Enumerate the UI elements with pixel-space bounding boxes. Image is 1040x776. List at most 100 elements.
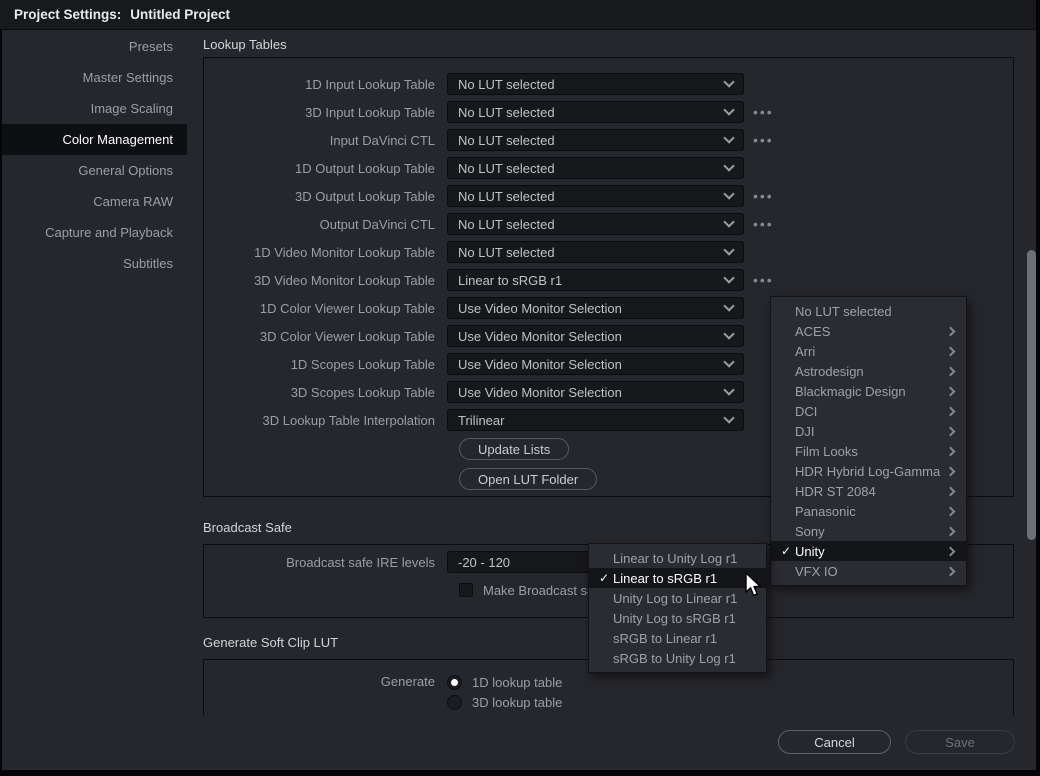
radio-button[interactable] — [447, 675, 462, 690]
lut-row: 3D Input Lookup Table No LUT selected ••… — [204, 98, 1013, 126]
settings-sidebar: Presets Master Settings Image Scaling Co… — [2, 31, 187, 279]
menu-item[interactable]: ✓ Arri — [771, 341, 966, 361]
lut-options-button[interactable]: ••• — [753, 105, 774, 119]
submenu-item[interactable]: ✓ Linear to sRGB r1 — [589, 568, 766, 588]
lut-options-button[interactable]: ••• — [753, 273, 774, 287]
menu-item-label: Blackmagic Design — [795, 384, 947, 399]
menu-item[interactable]: ✓ ACES — [771, 321, 966, 341]
unity-lut-submenu: ✓ Linear to Unity Log r1 ✓ Linear to sRG… — [588, 543, 767, 673]
lut-dropdown[interactable]: No LUT selected — [447, 73, 744, 95]
menu-item[interactable]: ✓ Panasonic — [771, 501, 966, 521]
lut-row-label: 1D Output Lookup Table — [204, 161, 447, 176]
menu-item[interactable]: ✓ Unity — [771, 541, 966, 561]
lut-dropdown[interactable]: No LUT selected — [447, 185, 744, 207]
sidebar-item[interactable]: General Options — [2, 155, 187, 186]
lut-category-menu: ✓ No LUT selected ✓ ACES ✓ Arri ✓ Astrod… — [770, 296, 967, 586]
sidebar-item[interactable]: Image Scaling — [2, 93, 187, 124]
submenu-item[interactable]: ✓ Linear to Unity Log r1 — [589, 548, 766, 568]
sidebar-item[interactable]: Master Settings — [2, 62, 187, 93]
menu-item[interactable]: ✓ Blackmagic Design — [771, 381, 966, 401]
menu-item[interactable]: ✓ Astrodesign — [771, 361, 966, 381]
lut-dropdown[interactable]: No LUT selected — [447, 101, 744, 123]
lut-dropdown[interactable]: Use Video Monitor Selection — [447, 353, 744, 375]
submenu-item[interactable]: ✓ Unity Log to sRGB r1 — [589, 608, 766, 628]
save-button[interactable]: Save — [905, 730, 1015, 754]
chevron-right-icon — [946, 406, 956, 416]
menu-item[interactable]: ✓ HDR ST 2084 — [771, 481, 966, 501]
submenu-item[interactable]: ✓ Unity Log to Linear r1 — [589, 588, 766, 608]
vertical-scrollbar-thumb[interactable] — [1027, 250, 1036, 540]
menu-item[interactable]: ✓ DCI — [771, 401, 966, 421]
menu-item-label: No LUT selected — [795, 304, 947, 319]
lut-row: 1D Output Lookup Table No LUT selected •… — [204, 154, 1013, 182]
chevron-down-icon — [723, 300, 734, 311]
lut-dropdown-value: No LUT selected — [458, 161, 725, 176]
menu-item-label: HDR Hybrid Log-Gamma — [795, 464, 947, 479]
menu-item[interactable]: ✓ Sony — [771, 521, 966, 541]
menu-item[interactable]: ✓ Film Looks — [771, 441, 966, 461]
chevron-right-icon — [946, 366, 956, 376]
submenu-item-label: Unity Log to Linear r1 — [613, 591, 756, 606]
chevron-down-icon — [723, 356, 734, 367]
lut-row-label: 3D Color Viewer Lookup Table — [204, 329, 447, 344]
sidebar-item[interactable]: Color Management — [2, 124, 187, 155]
lut-row: 1D Input Lookup Table No LUT selected ••… — [204, 70, 1013, 98]
lut-options-button[interactable]: ••• — [753, 133, 774, 147]
sidebar-item-label: Master Settings — [83, 70, 173, 85]
submenu-item[interactable]: ✓ sRGB to Unity Log r1 — [589, 648, 766, 668]
submenu-item[interactable]: ✓ sRGB to Linear r1 — [589, 628, 766, 648]
menu-item-label: Sony — [795, 524, 947, 539]
lut-dropdown[interactable]: Linear to sRGB r1 — [447, 269, 744, 291]
lut-dropdown[interactable]: Use Video Monitor Selection — [447, 297, 744, 319]
lut-dropdown[interactable]: Trilinear — [447, 409, 744, 431]
menu-item-label: VFX IO — [795, 564, 947, 579]
lut-dropdown-value: No LUT selected — [458, 189, 725, 204]
menu-item[interactable]: ✓ VFX IO — [771, 561, 966, 581]
soft-clip-header: Generate Soft Clip LUT — [203, 635, 338, 650]
sidebar-item[interactable]: Capture and Playback — [2, 217, 187, 248]
radio-label: 1D lookup table — [472, 675, 562, 690]
menu-item-label: Panasonic — [795, 504, 947, 519]
sidebar-item[interactable]: Camera RAW — [2, 186, 187, 217]
open-lut-folder-button[interactable]: Open LUT Folder — [459, 468, 597, 490]
broadcast-safe-header: Broadcast Safe — [203, 520, 292, 535]
lut-row-label: 3D Video Monitor Lookup Table — [204, 273, 447, 288]
lut-dropdown[interactable]: No LUT selected — [447, 213, 744, 235]
menu-item-label: Astrodesign — [795, 364, 947, 379]
menu-item[interactable]: ✓ HDR Hybrid Log-Gamma — [771, 461, 966, 481]
submenu-item-label: sRGB to Unity Log r1 — [613, 651, 756, 666]
submenu-item-label: Linear to Unity Log r1 — [613, 551, 756, 566]
menu-item-label: Unity — [795, 544, 947, 559]
chevron-down-icon — [723, 160, 734, 171]
lut-dropdown[interactable]: Use Video Monitor Selection — [447, 381, 744, 403]
lut-dropdown[interactable]: No LUT selected — [447, 241, 744, 263]
menu-item-label: ACES — [795, 324, 947, 339]
lut-row: 3D Video Monitor Lookup Table Linear to … — [204, 266, 1013, 294]
lut-dropdown[interactable]: No LUT selected — [447, 129, 744, 151]
menu-item[interactable]: ✓ No LUT selected — [771, 301, 966, 321]
menu-item-label: DCI — [795, 404, 947, 419]
sidebar-item[interactable]: Subtitles — [2, 248, 187, 279]
lut-row-label: 1D Color Viewer Lookup Table — [204, 301, 447, 316]
update-lists-button[interactable]: Update Lists — [459, 438, 569, 460]
chevron-down-icon — [723, 188, 734, 199]
lut-dropdown[interactable]: No LUT selected — [447, 157, 744, 179]
sidebar-item[interactable]: Presets — [2, 31, 187, 62]
make-broadcast-safe-checkbox[interactable] — [459, 583, 473, 597]
sidebar-item-label: Capture and Playback — [45, 225, 173, 240]
menu-item[interactable]: ✓ DJI — [771, 421, 966, 441]
sidebar-item-label: Presets — [129, 39, 173, 54]
lut-dropdown-value: Use Video Monitor Selection — [458, 385, 725, 400]
lut-dropdown[interactable]: Use Video Monitor Selection — [447, 325, 744, 347]
radio-button[interactable] — [447, 695, 462, 710]
project-name: Untitled Project — [130, 7, 230, 22]
lut-options-button[interactable]: ••• — [753, 189, 774, 203]
chevron-down-icon — [723, 272, 734, 283]
chevron-right-icon — [946, 426, 956, 436]
lut-options-button[interactable]: ••• — [753, 217, 774, 231]
chevron-right-icon — [946, 386, 956, 396]
cancel-button[interactable]: Cancel — [778, 730, 891, 754]
chevron-down-icon — [723, 328, 734, 339]
sidebar-item-label: Image Scaling — [91, 101, 173, 116]
chevron-right-icon — [946, 526, 956, 536]
